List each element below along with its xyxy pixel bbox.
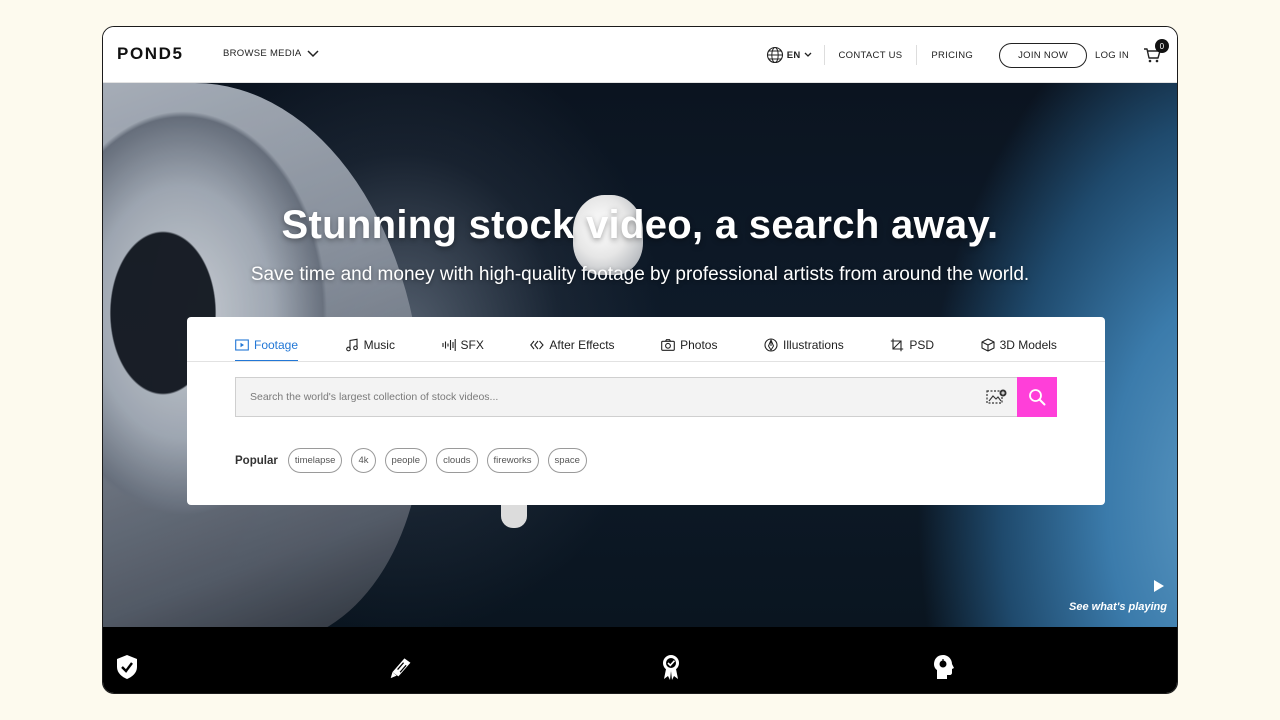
language-selector[interactable]: EN [766, 45, 825, 65]
tab-label: 3D Models [999, 338, 1057, 352]
top-nav: POND5 BROWSE MEDIA EN CONTACT US PRICING… [103, 27, 1177, 83]
image-search-icon [986, 389, 1007, 404]
footage-icon [235, 339, 249, 351]
cart-button[interactable]: 0 [1143, 39, 1169, 65]
hero-subtitle: Save time and money with high-quality fo… [250, 264, 1030, 285]
tab-label: After Effects [549, 338, 615, 352]
popular-tags: Popular timelapse 4k people clouds firew… [235, 448, 587, 473]
after-effects-icon [530, 340, 545, 350]
tab-label: Illustrations [783, 338, 844, 352]
browse-media-label: BROWSE MEDIA [223, 48, 302, 59]
tag-chip[interactable]: clouds [436, 448, 478, 473]
tag-chip[interactable]: timelapse [287, 448, 343, 473]
tag-chip[interactable]: 4k [351, 448, 376, 473]
log-in-link[interactable]: LOG IN [1095, 50, 1143, 61]
hero-section: Stunning stock video, a search away. Sav… [103, 83, 1177, 627]
tag-chip[interactable]: people [384, 448, 428, 473]
pen-tag-icon [390, 658, 411, 679]
shield-check-icon [117, 655, 137, 679]
search-card: Footage Music SFX After Effects Photos I… [187, 317, 1105, 505]
music-icon [345, 338, 358, 352]
tab-label: PSD [909, 338, 934, 352]
see-whats-playing-link[interactable]: See what's playing [1069, 601, 1167, 613]
tab-footage[interactable]: Footage [235, 329, 299, 362]
contact-us-link[interactable]: CONTACT US [825, 45, 918, 65]
features-bar [103, 627, 1177, 693]
tab-psd[interactable]: PSD [890, 329, 934, 361]
psd-icon [891, 338, 904, 352]
tabs-divider [187, 361, 1105, 362]
cube-icon [981, 338, 995, 352]
language-label: EN [786, 49, 801, 61]
browser-frame: POND5 BROWSE MEDIA EN CONTACT US PRICING… [102, 26, 1178, 694]
search-bar [235, 377, 1057, 417]
illustrations-icon [764, 338, 778, 352]
tab-label: Footage [254, 338, 299, 352]
logo[interactable]: POND5 [117, 44, 184, 64]
media-tabs: Footage Music SFX After Effects Photos I… [235, 329, 1057, 362]
cart-count-badge: 0 [1155, 39, 1169, 53]
globe-icon [766, 46, 783, 64]
sfx-icon [441, 339, 456, 351]
tab-label: Music [363, 338, 395, 352]
award-badge-icon [663, 655, 679, 680]
tab-photos[interactable]: Photos [661, 329, 717, 361]
camera-icon [661, 339, 675, 351]
nav-right: EN CONTACT US PRICING JOIN NOW LOG IN 0 [766, 39, 1169, 69]
search-input[interactable] [236, 378, 977, 416]
tab-label: SFX [460, 338, 484, 352]
image-search-button[interactable] [977, 378, 1017, 416]
hero-title: Stunning stock video, a search away. [281, 203, 999, 247]
pricing-link[interactable]: PRICING [917, 45, 987, 65]
chevron-down-icon [307, 49, 319, 57]
tab-music[interactable]: Music [345, 329, 395, 361]
tab-3d-models[interactable]: 3D Models [981, 329, 1057, 361]
play-icon[interactable] [1153, 579, 1165, 593]
browse-media-menu[interactable]: BROWSE MEDIA [223, 48, 319, 59]
tag-chip[interactable]: space [547, 448, 587, 473]
tab-sfx[interactable]: SFX [441, 329, 484, 361]
join-now-button[interactable]: JOIN NOW [999, 42, 1087, 68]
search-icon [1029, 389, 1046, 406]
search-button[interactable] [1017, 377, 1057, 417]
tab-after-effects[interactable]: After Effects [530, 329, 615, 361]
tab-illustrations[interactable]: Illustrations [764, 329, 844, 361]
popular-label: Popular [235, 454, 278, 467]
tab-label: Photos [680, 338, 718, 352]
tag-chip[interactable]: fireworks [486, 448, 539, 473]
head-idea-icon [934, 655, 954, 679]
chevron-down-icon [804, 52, 811, 57]
